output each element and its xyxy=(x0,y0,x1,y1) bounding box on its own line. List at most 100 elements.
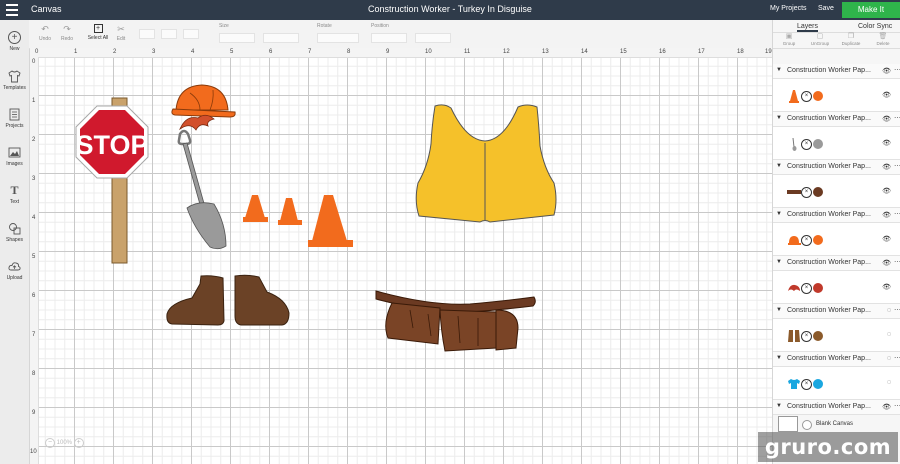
size-width-field[interactable] xyxy=(219,33,255,43)
zoom-out-button[interactable]: − xyxy=(45,438,55,448)
eye-hidden-icon[interactable]: ◌ xyxy=(887,355,891,362)
small-cone-2-image[interactable] xyxy=(278,198,302,225)
layer-group-header[interactable]: ▼ Construction Worker Pap... 👁 ⋯ xyxy=(773,400,900,415)
eye-icon[interactable]: 👁 xyxy=(882,91,891,99)
zoom-in-button[interactable]: + xyxy=(73,438,84,448)
eye-icon[interactable]: 👁 xyxy=(882,163,891,171)
tab-color-sync[interactable]: Color Sync xyxy=(858,23,892,30)
eye-icon[interactable]: 👁 xyxy=(882,67,891,75)
layer-group-header[interactable]: ▼ Construction Worker Pap... 👁 ⋯ xyxy=(773,256,900,271)
my-projects-link[interactable]: My Projects xyxy=(770,5,807,12)
small-cone-image[interactable] xyxy=(243,195,268,222)
cut-icon[interactable]: × xyxy=(801,331,812,342)
cut-icon[interactable]: × xyxy=(801,283,812,294)
rotate-field[interactable] xyxy=(317,33,359,43)
edit-button[interactable]: ✂ Edit xyxy=(113,24,129,42)
select-all-button[interactable]: + Select All xyxy=(85,24,111,41)
group-button[interactable]: ▣ Group xyxy=(775,33,803,46)
eye-icon[interactable]: 👁 xyxy=(882,115,891,123)
save-button[interactable]: Save xyxy=(818,5,834,12)
layer-row[interactable]: × 👁 xyxy=(773,271,900,304)
more-icon[interactable]: ⋯ xyxy=(894,402,900,410)
layer-row[interactable]: × ◌ xyxy=(773,367,900,400)
layer-row[interactable]: × ◌ xyxy=(773,319,900,352)
stop-sign-image[interactable]: STOP xyxy=(75,97,149,264)
duplicate-button[interactable]: ❐ Duplicate xyxy=(837,33,865,46)
layer-color-swatch[interactable] xyxy=(813,331,823,341)
layer-color-swatch[interactable] xyxy=(813,91,823,101)
shovel-image[interactable] xyxy=(177,129,227,250)
cut-icon[interactable]: × xyxy=(801,235,812,246)
layer-row[interactable]: × 👁 xyxy=(773,223,900,256)
ungroup-button[interactable]: ▢ UnGroup xyxy=(806,33,834,46)
nav-text[interactable]: T Text xyxy=(0,184,29,206)
size-height-field[interactable] xyxy=(263,33,299,43)
layer-color-swatch[interactable] xyxy=(813,139,823,149)
hard-hat-image[interactable] xyxy=(171,84,236,118)
eye-icon[interactable]: 👁 xyxy=(882,235,891,243)
eye-hidden-icon[interactable]: ◌ xyxy=(887,331,891,338)
nav-templates[interactable]: Templates xyxy=(0,70,29,91)
undo-button[interactable]: ↶ Undo xyxy=(37,24,53,42)
more-icon[interactable]: ⋯ xyxy=(894,210,900,218)
layer-group-header[interactable]: ▼ Construction Worker Pap... 👁 ⋯ xyxy=(773,64,900,79)
eye-icon[interactable]: 👁 xyxy=(882,211,891,219)
collapse-arrow-icon[interactable]: ▼ xyxy=(776,307,782,313)
eye-icon[interactable]: 👁 xyxy=(882,259,891,267)
eye-hidden-icon[interactable]: ◌ xyxy=(887,379,891,386)
more-icon[interactable]: ⋯ xyxy=(894,258,900,266)
tool-belt-image[interactable] xyxy=(375,290,536,352)
more-icon[interactable]: ⋯ xyxy=(894,66,900,74)
nav-projects[interactable]: Projects xyxy=(0,108,29,129)
position-x-field[interactable] xyxy=(371,33,407,43)
nav-images[interactable]: Images xyxy=(0,146,29,167)
cut-icon[interactable]: × xyxy=(801,139,812,150)
eye-icon[interactable]: 👁 xyxy=(882,403,891,411)
hair-image[interactable] xyxy=(179,114,215,131)
collapse-arrow-icon[interactable]: ▼ xyxy=(776,115,782,121)
layer-group-header[interactable]: ▼ Construction Worker Pap... ◌ ⋯ xyxy=(773,304,900,319)
layer-row[interactable]: × 👁 xyxy=(773,79,900,112)
layer-color-swatch[interactable] xyxy=(813,235,823,245)
eye-icon[interactable]: 👁 xyxy=(882,283,891,291)
layer-color-swatch[interactable] xyxy=(813,283,823,293)
cut-icon[interactable]: × xyxy=(801,187,812,198)
collapse-arrow-icon[interactable]: ▼ xyxy=(776,211,782,217)
layer-group-header[interactable]: ▼ Construction Worker Pap... ◌ ⋯ xyxy=(773,352,900,367)
layer-group-header[interactable]: ▼ Construction Worker Pap... 👁 ⋯ xyxy=(773,208,900,223)
nav-upload[interactable]: Upload xyxy=(0,260,29,281)
layer-group-header[interactable]: ▼ Construction Worker Pap... 👁 ⋯ xyxy=(773,160,900,175)
more-icon[interactable]: ⋯ xyxy=(894,162,900,170)
nav-new[interactable]: + New xyxy=(0,31,29,52)
more-icon[interactable]: ⋯ xyxy=(894,354,900,362)
collapse-arrow-icon[interactable]: ▼ xyxy=(776,163,782,169)
collapse-arrow-icon[interactable]: ▼ xyxy=(776,403,782,409)
tab-layers[interactable]: Layers xyxy=(797,23,819,32)
vest-image[interactable] xyxy=(415,104,557,223)
blank-canvas-color-icon[interactable] xyxy=(802,420,812,430)
eye-hidden-icon[interactable]: ◌ xyxy=(887,307,891,314)
nav-shapes[interactable]: Shapes xyxy=(0,222,29,243)
large-cone-image[interactable] xyxy=(308,195,353,247)
delete-button[interactable]: 🗑 Delete xyxy=(869,33,897,46)
layer-color-swatch[interactable] xyxy=(813,187,823,197)
boots-image[interactable] xyxy=(166,274,290,326)
eye-icon[interactable]: 👁 xyxy=(882,187,891,195)
more-icon[interactable]: ⋯ xyxy=(894,114,900,122)
collapse-arrow-icon[interactable]: ▼ xyxy=(776,259,782,265)
collapse-arrow-icon[interactable]: ▼ xyxy=(776,67,782,73)
layer-row[interactable]: × 👁 xyxy=(773,175,900,208)
align-tools[interactable] xyxy=(139,26,209,40)
layer-row[interactable]: × 👁 xyxy=(773,127,900,160)
collapse-arrow-icon[interactable]: ▼ xyxy=(776,355,782,361)
make-it-button[interactable]: Make It xyxy=(842,2,900,18)
blank-canvas-row[interactable]: Blank Canvas xyxy=(772,414,900,434)
layer-color-swatch[interactable] xyxy=(813,379,823,389)
redo-button[interactable]: ↷ Redo xyxy=(59,24,75,42)
position-y-field[interactable] xyxy=(415,33,451,43)
eye-icon[interactable]: 👁 xyxy=(882,139,891,147)
layer-group-header[interactable]: ▼ Construction Worker Pap... 👁 ⋯ xyxy=(773,112,900,127)
cut-icon[interactable]: × xyxy=(801,379,812,390)
cut-icon[interactable]: × xyxy=(801,91,812,102)
more-icon[interactable]: ⋯ xyxy=(894,306,900,314)
